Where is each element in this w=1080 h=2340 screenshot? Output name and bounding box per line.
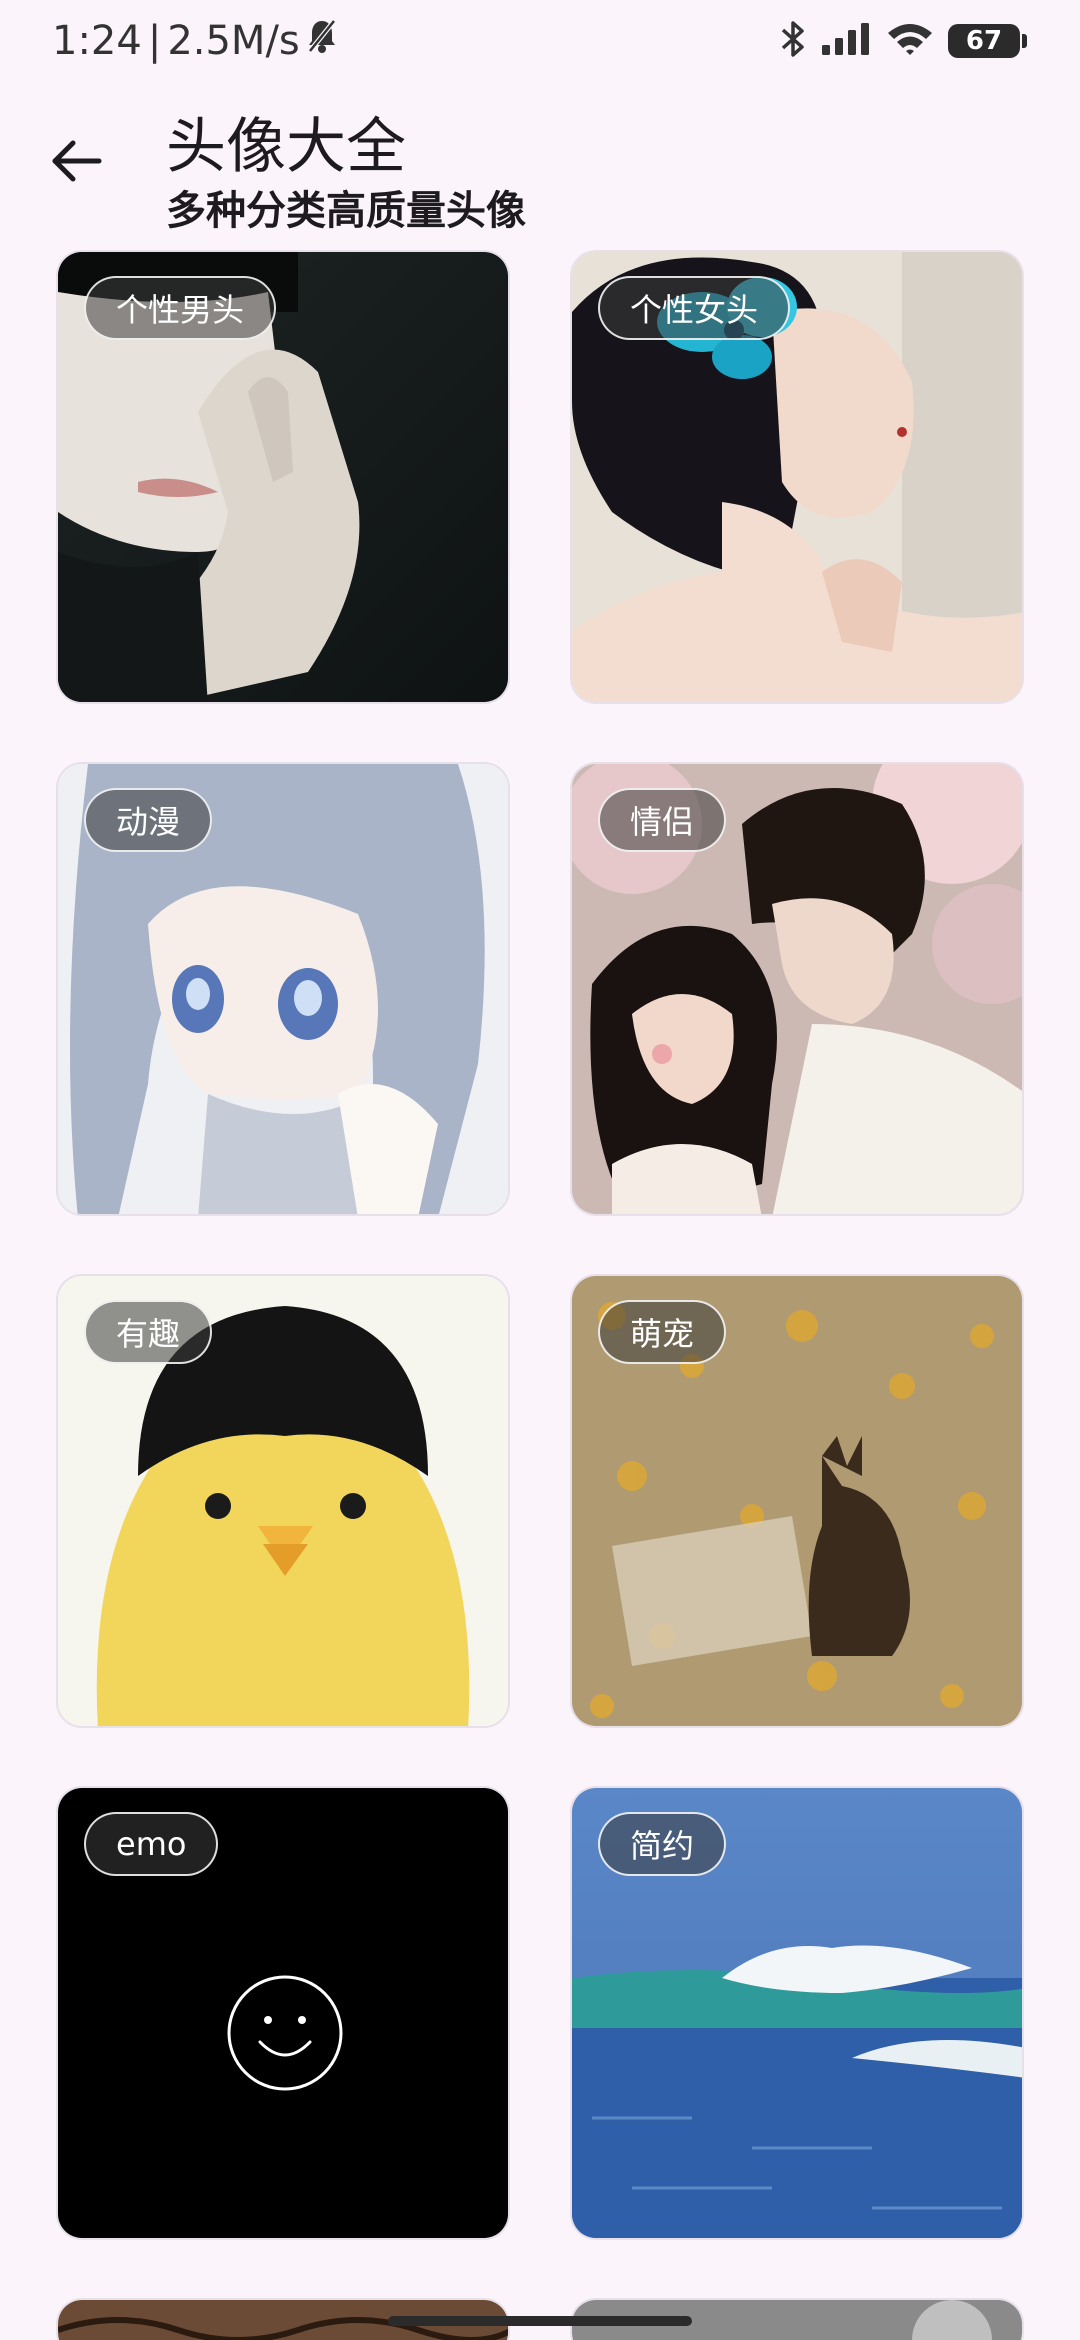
category-card-male[interactable]: 个性男头 bbox=[56, 250, 510, 704]
category-badge: 个性男头 bbox=[84, 276, 277, 340]
app-header: 头像大全 多种分类高质量头像 bbox=[0, 90, 1080, 240]
status-right: 67 bbox=[780, 20, 1027, 62]
home-indicator[interactable] bbox=[388, 2316, 692, 2326]
badge-label: emo bbox=[116, 1825, 187, 1863]
badge-label: 动漫 bbox=[116, 803, 181, 841]
arrow-left-icon bbox=[51, 139, 103, 187]
wifi-icon bbox=[886, 21, 934, 61]
status-left: 1:24 | 2.5M/s bbox=[52, 18, 338, 64]
category-badge: 情侣 bbox=[598, 788, 727, 852]
network-speed: 2.5M/s bbox=[167, 18, 300, 64]
bell-off-icon bbox=[306, 18, 338, 64]
page-subtitle: 多种分类高质量头像 bbox=[166, 188, 526, 234]
badge-label: 情侣 bbox=[630, 803, 695, 841]
category-card-pet[interactable]: 萌宠 bbox=[570, 1274, 1024, 1728]
status-time: 1:24 bbox=[52, 18, 142, 64]
badge-label: 个性男头 bbox=[116, 291, 245, 329]
category-badge: 动漫 bbox=[84, 788, 213, 852]
bluetooth-icon bbox=[780, 20, 806, 62]
category-badge: emo bbox=[84, 1812, 219, 1876]
battery-level: 67 bbox=[965, 26, 1003, 56]
category-badge: 个性女头 bbox=[598, 276, 791, 340]
category-badge: 有趣 bbox=[84, 1300, 213, 1364]
badge-label: 有趣 bbox=[116, 1315, 181, 1353]
category-badge: 简约 bbox=[598, 1812, 727, 1876]
badge-label: 萌宠 bbox=[630, 1315, 695, 1353]
category-badge: 萌宠 bbox=[598, 1300, 727, 1364]
battery-icon: 67 bbox=[948, 24, 1027, 58]
status-bar: 1:24 | 2.5M/s 67 bbox=[0, 0, 1080, 88]
page-title: 头像大全 bbox=[166, 112, 406, 182]
badge-label: 个性女头 bbox=[630, 291, 759, 329]
status-separator: | bbox=[147, 18, 162, 64]
category-card-anime[interactable]: 动漫 bbox=[56, 762, 510, 1216]
back-button[interactable] bbox=[44, 130, 110, 196]
badge-label: 简约 bbox=[630, 1827, 695, 1865]
category-card-emo[interactable]: emo bbox=[56, 1786, 510, 2240]
category-card-couple[interactable]: 情侣 bbox=[570, 762, 1024, 1216]
category-card-funny[interactable]: 有趣 bbox=[56, 1274, 510, 1728]
category-card-simple[interactable]: 简约 bbox=[570, 1786, 1024, 2240]
category-card-female[interactable]: 个性女头 bbox=[570, 250, 1024, 704]
signal-icon bbox=[820, 21, 872, 61]
